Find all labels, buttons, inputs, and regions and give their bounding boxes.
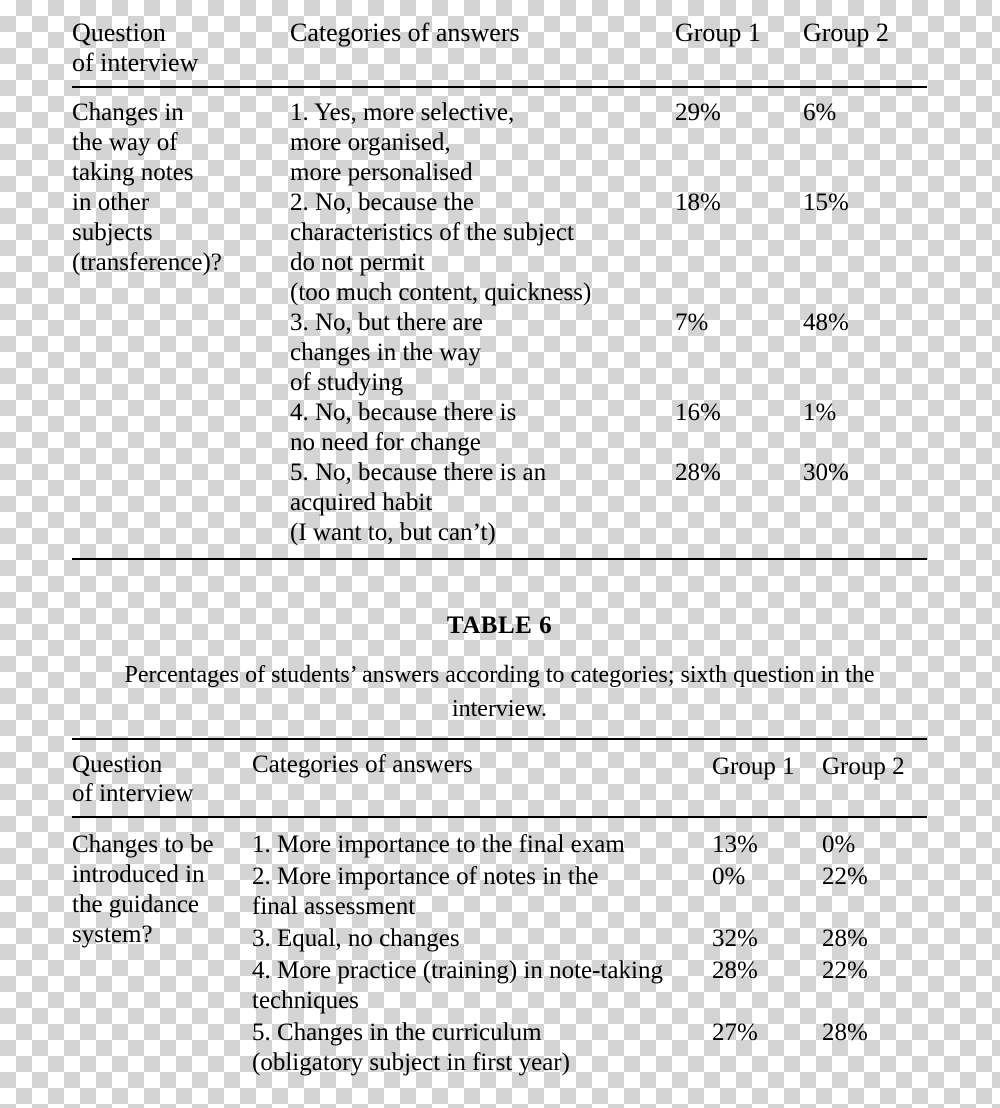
table-5-group1-value: 18% xyxy=(675,189,721,216)
header-question-line-2: of interview xyxy=(72,48,199,77)
table-row: Changes to be introduced in the guidance… xyxy=(72,828,927,948)
category-line: 2. More importance of notes in the xyxy=(252,863,599,890)
table-6-group1-value: 28% xyxy=(712,957,758,984)
header-question-line-2: of interview xyxy=(72,780,194,807)
table-5-header-question: Question of interview xyxy=(72,18,290,80)
table-5-group1-value: 7% xyxy=(675,309,709,336)
table-5-grid: Question of interview Categories of answ… xyxy=(72,18,927,560)
table-6-caption-line-1: Percentages of students’ answers accordi… xyxy=(124,662,875,688)
category-line: acquired habit xyxy=(290,489,433,516)
question-line: Changes to be xyxy=(72,831,214,858)
question-line: the guidance xyxy=(72,891,200,918)
table-6-group1-value: 27% xyxy=(712,1019,758,1046)
category-line: final assessment xyxy=(252,893,416,920)
table-5-group1-value: 28% xyxy=(675,459,721,486)
table-5-category-cell: 1. Yes, more selective, more organised, … xyxy=(290,98,675,188)
table-6-question-cell: Changes to be introduced in the guidance… xyxy=(72,828,252,1078)
table-6-group2-value: 22% xyxy=(822,957,868,984)
category-line: (too much content, quickness) xyxy=(290,279,592,306)
table-6-category-cell: 1. More importance to the final exam xyxy=(252,828,712,860)
question-line: system? xyxy=(72,921,153,948)
category-line: 4. No, because there is xyxy=(290,399,517,426)
category-line: of studying xyxy=(290,369,404,396)
table-5-group1-value: 16% xyxy=(675,399,721,426)
table-5-group2-value: 15% xyxy=(803,189,849,216)
table-6-group2-value: 0% xyxy=(822,831,856,858)
table-row: Changes in the way of taking notes in ot… xyxy=(72,98,927,276)
table-6-group1-value: 0% xyxy=(712,863,746,890)
category-line: (obligatory subject in first year) xyxy=(252,1049,570,1076)
category-line: 5. No, because there is an xyxy=(290,459,547,486)
category-line: 1. More importance to the final exam xyxy=(252,831,625,858)
table-5-category-cell: 5. No, because there is an acquired habi… xyxy=(290,458,675,548)
category-line: more personalised xyxy=(290,159,473,186)
question-line: Changes in xyxy=(72,99,184,126)
table-5: Question of interview Categories of answ… xyxy=(72,18,927,560)
table-6-category-cell: 4. More practice (training) in note-taki… xyxy=(252,954,712,1016)
category-line: techniques xyxy=(252,987,359,1014)
table-6: Question of interview Categories of answ… xyxy=(72,738,927,1078)
category-line: 3. Equal, no changes xyxy=(252,925,460,952)
table-6-category-cell: 3. Equal, no changes xyxy=(252,922,712,954)
table-6-header-group1: Group 1 xyxy=(712,753,795,780)
table-5-group2-value: 1% xyxy=(803,399,837,426)
category-line: 3. No, but there are xyxy=(290,309,483,336)
table-6-group2-value: 28% xyxy=(822,925,868,952)
table-6-category-cell: 5. Changes in the curriculum (obligatory… xyxy=(252,1016,712,1078)
table-5-group2-value: 48% xyxy=(803,309,849,336)
table-5-group2-value: 30% xyxy=(803,459,849,486)
category-line: do not permit xyxy=(290,249,425,276)
table-6-label: TABLE 6 xyxy=(446,612,553,639)
question-line: in other xyxy=(72,189,150,216)
table-5-header-group2: Group 2 xyxy=(803,18,889,47)
question-line: taking notes xyxy=(72,159,194,186)
category-line: no need for change xyxy=(290,429,481,456)
table-6-group1-value: 32% xyxy=(712,925,758,952)
document-page: Question of interview Categories of answ… xyxy=(0,0,1000,1108)
table-6-category-cell: 2. More importance of notes in the final… xyxy=(252,860,712,922)
category-line: (I want to, but can’t) xyxy=(290,519,496,546)
table-6-grid: Question of interview Categories of answ… xyxy=(72,740,927,1078)
table-6-caption-line-2: interview. xyxy=(451,696,548,722)
question-line: introduced in xyxy=(72,861,205,888)
header-question-line-1: Question xyxy=(72,751,163,778)
table-5-bottom-rule xyxy=(72,558,927,560)
table-6-header-row: Question of interview Categories of answ… xyxy=(72,750,927,810)
table-6-group1-value: 13% xyxy=(712,831,758,858)
table-5-header-group1: Group 1 xyxy=(675,18,761,47)
header-question-line-1: Question xyxy=(72,18,166,47)
question-line: subjects xyxy=(72,219,153,246)
question-line: the way of xyxy=(72,129,178,156)
table-5-question-cell: Changes in the way of taking notes in ot… xyxy=(72,98,290,548)
table-5-category-cell: 3. No, but there are changes in the way … xyxy=(290,308,675,398)
table-5-group2-value: 6% xyxy=(803,99,837,126)
question-line: (transference)? xyxy=(72,249,222,276)
table-6-header-group2: Group 2 xyxy=(822,753,905,780)
category-line: 1. Yes, more selective, xyxy=(290,99,515,126)
table-5-header-categories: Categories of answers xyxy=(290,18,520,47)
table-6-group2-value: 22% xyxy=(822,863,868,890)
table-5-header-row: Question of interview Categories of answ… xyxy=(72,18,927,80)
table-6-group2-value: 28% xyxy=(822,1019,868,1046)
table-5-category-cell: 4. No, because there is no need for chan… xyxy=(290,398,675,458)
category-line: characteristics of the subject xyxy=(290,219,574,246)
category-line: changes in the way xyxy=(290,339,481,366)
table-6-header-question: Question of interview xyxy=(72,750,252,810)
category-line: 2. No, because the xyxy=(290,189,474,216)
category-line: 5. Changes in the curriculum xyxy=(252,1019,542,1046)
table-6-header-categories: Categories of answers xyxy=(252,751,473,778)
category-line: more organised, xyxy=(290,129,451,156)
table-6-caption-block: TABLE 6 Percentages of students’ answers… xyxy=(72,612,927,726)
table-5-category-cell: 2. No, because the characteristics of th… xyxy=(290,188,675,308)
category-line: 4. More practice (training) in note-taki… xyxy=(252,957,663,984)
table-5-group1-value: 29% xyxy=(675,99,721,126)
